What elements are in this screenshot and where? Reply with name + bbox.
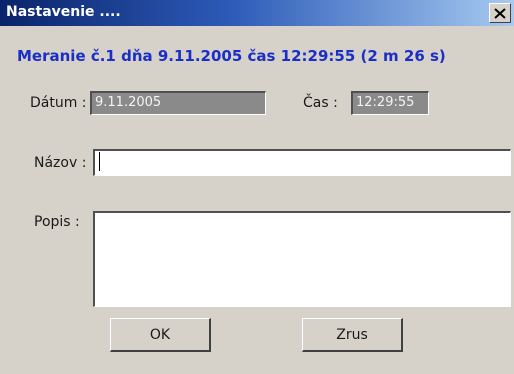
cancel-button-label: Zrus	[336, 326, 368, 343]
close-icon	[494, 7, 506, 19]
date-field: 9.11.2005	[90, 91, 266, 115]
name-input[interactable]	[93, 149, 511, 176]
description-label: Popis :	[34, 214, 80, 230]
ok-button-label: OK	[149, 326, 171, 343]
title-bar: Nastavenie ....	[0, 0, 514, 26]
time-label: Čas :	[303, 95, 338, 111]
close-button[interactable]	[489, 3, 511, 23]
name-label: Názov :	[34, 155, 87, 171]
window-title: Nastavenie ....	[6, 4, 121, 20]
text-caret	[99, 152, 100, 171]
ok-button[interactable]: OK	[110, 318, 211, 352]
measurement-heading: Meranie č.1 dňa 9.11.2005 čas 12:29:55 (…	[17, 47, 446, 65]
date-label: Dátum :	[30, 95, 87, 111]
cancel-button[interactable]: Zrus	[302, 318, 403, 352]
description-textarea[interactable]	[93, 211, 511, 307]
time-field: 12:29:55	[351, 91, 429, 115]
